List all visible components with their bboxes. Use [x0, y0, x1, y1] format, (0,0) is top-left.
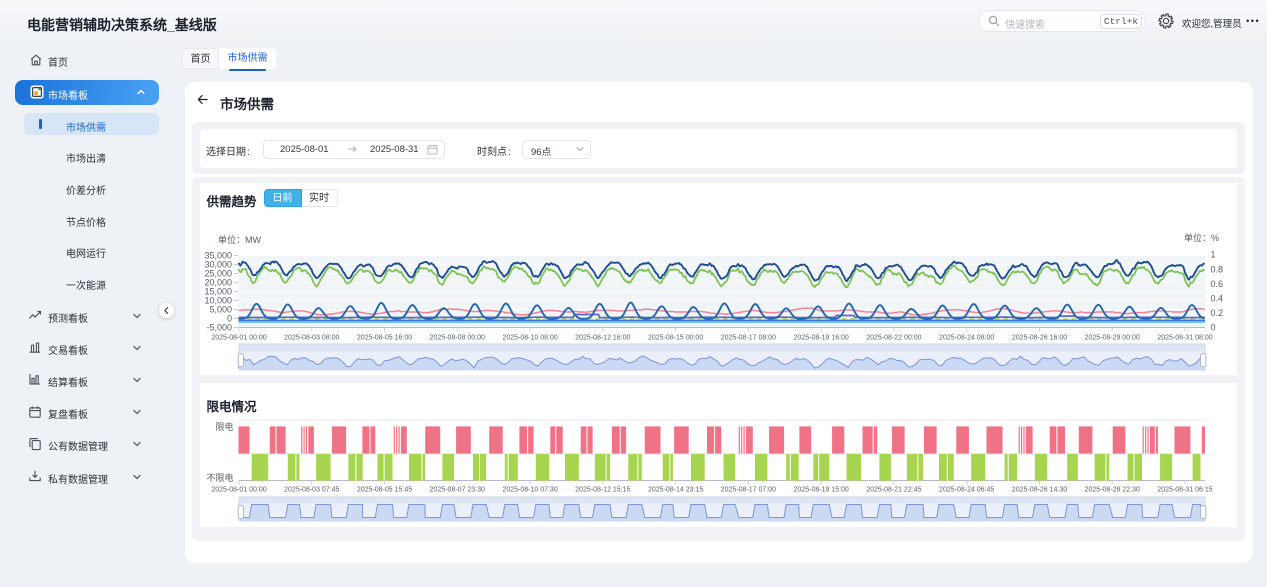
svg-text:2025-08-26 14:30: 2025-08-26 14:30 [1012, 487, 1067, 494]
svg-text:2025-08-24 08:00: 2025-08-24 08:00 [939, 335, 994, 342]
svg-text:2025-08-29 00:00: 2025-08-29 00:00 [1085, 335, 1140, 342]
svg-text:2025-08-10 08:00: 2025-08-10 08:00 [502, 335, 557, 342]
svg-text:2025-08-24 06:45: 2025-08-24 06:45 [939, 487, 994, 494]
svg-text:2025-08-15 00:00: 2025-08-15 00:00 [648, 335, 703, 342]
svg-text:2025-08-17 07:00: 2025-08-17 07:00 [721, 487, 776, 494]
svg-text:限电: 限电 [215, 421, 233, 432]
svg-text:2025-08-05 15:45: 2025-08-05 15:45 [357, 487, 412, 494]
svg-text:2025-08-26 16:00: 2025-08-26 16:00 [1012, 335, 1067, 342]
svg-text:2025-08-03 08:00: 2025-08-03 08:00 [284, 335, 339, 342]
svg-text:2025-08-01 00:00: 2025-08-01 00:00 [211, 335, 266, 342]
svg-text:1: 1 [1211, 250, 1216, 260]
svg-text:2025-08-19 16:00: 2025-08-19 16:00 [794, 335, 849, 342]
svg-text:2025-08-28 22:30: 2025-08-28 22:30 [1085, 487, 1140, 494]
svg-text:0.6: 0.6 [1211, 279, 1224, 289]
svg-text:2025-08-12 15:15: 2025-08-12 15:15 [575, 487, 630, 494]
svg-text:0: 0 [1211, 323, 1216, 333]
svg-text:2025-08-22 00:00: 2025-08-22 00:00 [866, 335, 921, 342]
svg-text:2025-08-10 07:30: 2025-08-10 07:30 [502, 487, 557, 494]
svg-text:不限电: 不限电 [206, 472, 233, 483]
svg-text:0.2: 0.2 [1211, 308, 1224, 318]
svg-text:2025-08-21 22:45: 2025-08-21 22:45 [866, 487, 921, 494]
svg-text:2025-08-05 16:00: 2025-08-05 16:00 [357, 335, 412, 342]
svg-text:-5,000: -5,000 [206, 323, 232, 333]
svg-text:2025-08-01 00:00: 2025-08-01 00:00 [211, 487, 266, 494]
svg-text:0.4: 0.4 [1211, 294, 1224, 304]
svg-text:2025-08-14 23:15: 2025-08-14 23:15 [648, 487, 703, 494]
svg-text:单位：%: 单位：% [1184, 232, 1219, 243]
svg-text:2025-08-08 00:00: 2025-08-08 00:00 [430, 335, 485, 342]
svg-text:2025-08-31 08:00: 2025-08-31 08:00 [1157, 335, 1212, 342]
svg-text:0.8: 0.8 [1211, 264, 1224, 274]
svg-text:2025-08-03 07:45: 2025-08-03 07:45 [284, 487, 339, 494]
svg-text:单位：MW: 单位：MW [218, 234, 261, 245]
svg-text:2025-08-31 06:15: 2025-08-31 06:15 [1157, 487, 1212, 494]
svg-text:2025-08-12 16:00: 2025-08-12 16:00 [575, 335, 630, 342]
svg-text:2025-08-17 08:00: 2025-08-17 08:00 [721, 335, 776, 342]
svg-text:2025-08-19 15:00: 2025-08-19 15:00 [794, 487, 849, 494]
svg-text:2025-08-07 23:30: 2025-08-07 23:30 [430, 487, 485, 494]
